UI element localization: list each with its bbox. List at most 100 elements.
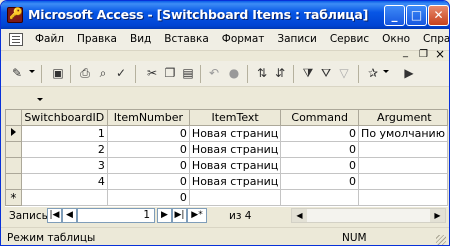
title-bar[interactable]: Microsoft Access - [Switchboard Items : … xyxy=(1,1,449,29)
cell-switchboard-id[interactable]: 4 xyxy=(20,173,108,190)
sort-ascending-icon[interactable]: ⇅ xyxy=(254,65,270,81)
close-button[interactable]: ✕ xyxy=(428,5,449,26)
column-header-switchboard-id[interactable]: SwitchboardID xyxy=(20,109,108,126)
cell-item-text[interactable]: Новая страниц xyxy=(188,157,282,174)
menu-view[interactable]: Вид xyxy=(130,33,151,45)
scroll-right-icon[interactable]: ▶ xyxy=(430,209,445,222)
cell-item-text[interactable]: Новая страниц xyxy=(188,141,282,158)
apply-filter-icon[interactable]: ▽ xyxy=(336,65,352,81)
cell-switchboard-id[interactable]: 3 xyxy=(20,157,108,174)
filter-by-form-icon[interactable]: ⛛ xyxy=(318,65,334,81)
access-key-icon[interactable] xyxy=(7,7,23,23)
current-record-arrow-icon xyxy=(10,128,16,136)
cell-item-number[interactable]: 0 xyxy=(106,141,190,158)
mdi-close-button[interactable]: × xyxy=(435,47,445,61)
record-selector[interactable] xyxy=(5,141,22,158)
previous-record-button[interactable]: ◀ xyxy=(62,208,77,223)
cut-icon[interactable]: ✂ xyxy=(144,65,160,81)
menu-window[interactable]: Окно xyxy=(382,33,410,45)
hyperlink-icon[interactable]: ● xyxy=(226,65,242,81)
select-all-corner[interactable] xyxy=(5,109,22,126)
table-row[interactable]: 3 0 Новая страниц 0 xyxy=(5,157,448,174)
last-record-button[interactable]: ▶| xyxy=(172,208,187,223)
resize-grip-icon[interactable] xyxy=(436,235,446,245)
cell-argument[interactable]: По умолчанию xyxy=(358,125,448,142)
column-header-item-text[interactable]: ItemText xyxy=(188,109,282,126)
scroll-left-icon[interactable]: ◀ xyxy=(292,209,307,222)
cell-item-number[interactable]: 0 xyxy=(106,173,190,190)
menu-insert[interactable]: Вставка xyxy=(164,33,209,45)
save-icon[interactable]: ▣ xyxy=(50,65,66,81)
table-row[interactable]: 4 0 Новая страниц 0 xyxy=(5,173,448,190)
toolbar-separator xyxy=(358,65,359,83)
menu-format[interactable]: Формат xyxy=(222,33,265,45)
column-header-argument[interactable]: Argument xyxy=(358,109,448,126)
design-view-icon[interactable]: ✎ xyxy=(9,65,25,81)
cell-item-text[interactable]: Новая страниц xyxy=(188,173,282,190)
cell-switchboard-id[interactable] xyxy=(20,189,108,206)
horizontal-scrollbar[interactable]: ◀ ▶ xyxy=(291,208,446,223)
first-record-button[interactable]: |◀ xyxy=(47,208,62,223)
toolbar-separator xyxy=(293,65,294,83)
print-preview-icon[interactable]: ⌕ xyxy=(95,65,111,81)
cell-argument[interactable] xyxy=(358,173,448,190)
menu-file[interactable]: Файл xyxy=(35,33,64,45)
current-record-field[interactable]: 1 xyxy=(77,208,155,223)
status-mode: Режим таблицы xyxy=(7,232,96,244)
record-label: Запись: xyxy=(9,210,52,222)
mdi-restore-button[interactable]: ❐ xyxy=(419,49,428,60)
record-selector[interactable] xyxy=(5,173,22,190)
toolbar-separator xyxy=(70,65,71,83)
find-icon[interactable]: ✰ xyxy=(365,65,381,81)
column-header-command[interactable]: Command xyxy=(280,109,360,126)
record-selector-current[interactable] xyxy=(5,125,22,142)
cell-argument[interactable] xyxy=(358,141,448,158)
spelling-icon[interactable]: ✓ xyxy=(113,65,129,81)
cell-item-number[interactable]: 0 xyxy=(106,125,190,142)
cell-argument[interactable] xyxy=(358,189,448,206)
cell-switchboard-id[interactable]: 2 xyxy=(20,141,108,158)
record-navigation-bar: Запись: |◀ ◀ 1 ▶ ▶| ▶* из 4 ◀ ▶ xyxy=(5,207,448,225)
cell-item-number[interactable]: 0 xyxy=(106,157,190,174)
cell-command[interactable]: 0 xyxy=(280,157,360,174)
minimize-button[interactable]: _ xyxy=(384,5,405,26)
menu-help[interactable]: Справка xyxy=(423,33,449,45)
table-row[interactable]: 1 0 Новая страниц 0 По умолчанию xyxy=(5,125,448,142)
cell-item-number[interactable]: 0 xyxy=(106,189,190,206)
record-selector[interactable] xyxy=(5,157,22,174)
new-record-button[interactable]: ▶* xyxy=(187,208,207,223)
cell-item-text[interactable] xyxy=(188,189,282,206)
record-count: из 4 xyxy=(229,210,252,222)
access-window: Microsoft Access - [Switchboard Items : … xyxy=(0,0,450,246)
view-dropdown-icon[interactable] xyxy=(29,70,35,73)
paste-icon[interactable]: ▤ xyxy=(180,65,196,81)
new-record-marker[interactable]: * xyxy=(5,189,22,206)
cell-command[interactable] xyxy=(280,189,360,206)
cell-switchboard-id[interactable]: 1 xyxy=(20,125,108,142)
maximize-button[interactable]: □ xyxy=(406,5,427,26)
cell-command[interactable]: 0 xyxy=(280,141,360,158)
table-row[interactable]: 2 0 Новая страниц 0 xyxy=(5,141,448,158)
mdi-minimize-button[interactable]: _ xyxy=(403,47,408,58)
cell-command[interactable]: 0 xyxy=(280,125,360,142)
filter-by-selection-icon[interactable]: ⧩ xyxy=(300,65,316,81)
menu-tools[interactable]: Сервис xyxy=(330,33,369,45)
undo-icon[interactable]: ↶ xyxy=(206,65,222,81)
cell-argument[interactable] xyxy=(358,157,448,174)
toolbar-options-icon[interactable] xyxy=(37,98,43,101)
next-record-button[interactable]: ▶ xyxy=(157,208,172,223)
print-icon[interactable]: ⎙ xyxy=(77,65,93,81)
new-record-row[interactable]: * 0 xyxy=(5,189,448,206)
menu-records[interactable]: Записи xyxy=(277,33,316,45)
new-record-icon[interactable]: ▶ xyxy=(401,65,417,81)
cell-command[interactable]: 0 xyxy=(280,173,360,190)
find-dropdown-icon[interactable] xyxy=(383,70,389,73)
menu-edit[interactable]: Правка xyxy=(77,33,117,45)
column-header-item-number[interactable]: ItemNumber xyxy=(106,109,190,126)
sort-descending-icon[interactable]: ⇵ xyxy=(272,65,288,81)
num-lock-indicator: NUM xyxy=(342,232,367,244)
document-icon[interactable] xyxy=(9,33,23,46)
cell-item-text[interactable]: Новая страниц xyxy=(188,125,282,142)
copy-icon[interactable]: ❐ xyxy=(162,65,178,81)
toolbar-separator xyxy=(200,65,201,83)
